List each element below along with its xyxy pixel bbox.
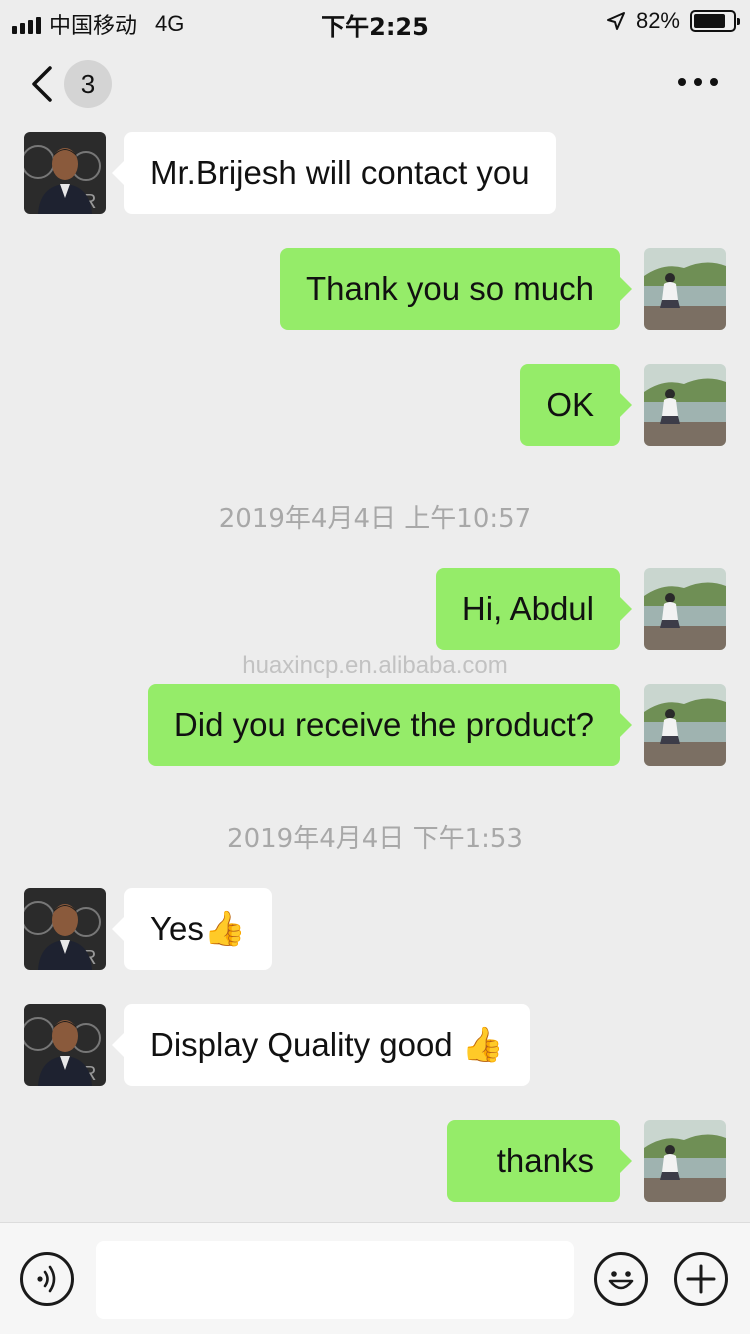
outgoing-message-bubble[interactable]: OK	[520, 364, 632, 446]
message-timestamp: 2019年4月4日 下午1:53	[227, 824, 523, 854]
my-avatar[interactable]	[644, 248, 726, 330]
message-timestamp: 2019年4月4日 上午10:57	[218, 504, 532, 534]
outgoing-message-bubble[interactable]: thanks	[446, 1120, 633, 1202]
thumbs-up-icon: 👍	[203, 909, 247, 949]
battery-percent: 82%	[635, 8, 680, 33]
status-bar: 中国移动 4G 下午2:25 82%	[0, 0, 750, 42]
message-text: Yes	[150, 910, 204, 947]
message-text: Thank you so much	[306, 270, 594, 307]
message-text: Hi, Abdul	[461, 590, 594, 627]
incoming-message-bubble[interactable]: Mr.Brijesh will contact you	[112, 132, 556, 214]
incoming-message-bubble[interactable]: Display Quality good 👍	[111, 1004, 531, 1086]
incoming-message-bubble[interactable]: Yes👍	[111, 888, 273, 970]
battery-icon	[690, 10, 740, 32]
chat-header: 3	[0, 42, 750, 130]
outgoing-message-bubble[interactable]: Thank you so much	[280, 248, 632, 330]
chevron-left-icon[interactable]	[28, 64, 56, 104]
my-avatar[interactable]	[644, 364, 726, 446]
contact-avatar[interactable]: R	[24, 888, 106, 970]
message-list[interactable]: R Mr.Brijesh will contact you Thank you …	[0, 130, 750, 1222]
my-avatar[interactable]	[644, 568, 726, 650]
location-arrow-icon	[606, 12, 625, 30]
watermark-text: huaxincp.en.alibaba.com	[242, 652, 508, 679]
emoji-icon[interactable]	[594, 1252, 648, 1306]
message-text: OK	[546, 386, 594, 423]
message-text: Mr.Brijesh will contact you	[150, 154, 530, 191]
my-avatar[interactable]	[644, 1120, 726, 1202]
message-text: thanks	[496, 1142, 594, 1179]
outgoing-message-bubble[interactable]: Hi, Abdul	[435, 568, 633, 650]
message-input-bar	[0, 1222, 750, 1334]
voice-icon[interactable]	[20, 1252, 74, 1306]
unread-count-badge[interactable]: 3	[64, 60, 112, 108]
message-text: Did you receive the product?	[173, 706, 594, 743]
plus-icon[interactable]	[674, 1252, 728, 1306]
thumbs-up-icon: 👍	[461, 1025, 505, 1065]
message-text: Display Quality good	[150, 1026, 462, 1063]
outgoing-message-bubble[interactable]: Did you receive the product?	[147, 684, 633, 766]
my-avatar[interactable]	[644, 684, 726, 766]
message-input[interactable]	[96, 1241, 574, 1319]
contact-avatar[interactable]: R	[24, 1004, 106, 1086]
more-options-icon[interactable]	[678, 78, 718, 86]
contact-avatar[interactable]: R	[24, 132, 106, 214]
